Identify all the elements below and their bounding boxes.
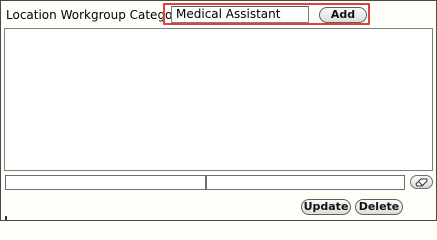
category-input[interactable]: Medical Assistant [171, 6, 309, 23]
corner-mark [5, 216, 7, 220]
workgroup-category-panel: Location Workgroup Category Medical Assi… [0, 0, 437, 221]
category-list[interactable] [4, 28, 433, 171]
add-button[interactable]: Add [319, 7, 367, 23]
edit-field-left[interactable] [5, 175, 206, 190]
clear-button[interactable] [410, 175, 433, 189]
edit-field-right[interactable] [206, 175, 405, 190]
update-button[interactable]: Update [301, 199, 351, 215]
category-label: Location Workgroup Category [6, 8, 185, 22]
delete-button[interactable]: Delete [355, 199, 403, 215]
eraser-icon [415, 178, 428, 187]
